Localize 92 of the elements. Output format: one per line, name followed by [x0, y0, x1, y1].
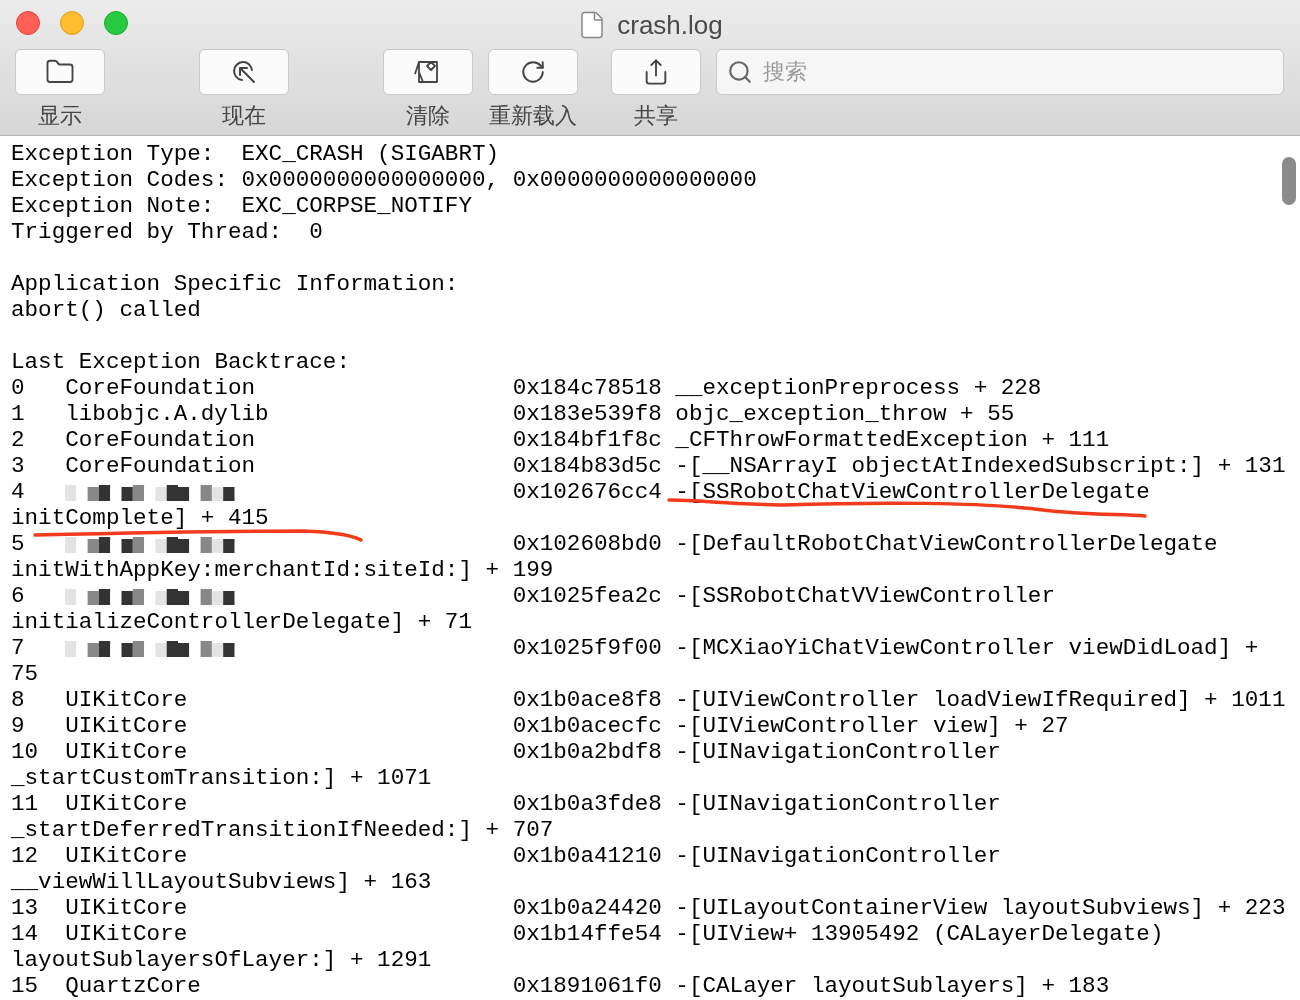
log-line: Triggered by Thread: 0 [11, 219, 323, 245]
function-symbol: objc_exception_throw + 55 [675, 401, 1015, 427]
frame-number: 7 [11, 635, 26, 661]
memory-address: 0x1891061f0 [512, 973, 662, 999]
toolbar-label: 显示 [38, 102, 82, 130]
function-symbol: -[DefaultRobotChatViewControllerDelegate [675, 531, 1218, 557]
frame-number: 13 [11, 895, 40, 921]
library-name: libobjc.A.dylib [65, 401, 269, 427]
log-line: abort() called [11, 297, 201, 323]
library-name: UIKitCore [65, 687, 188, 713]
memory-address: 0x102676cc4 [512, 479, 662, 505]
toolbar-label: 共享 [634, 102, 678, 130]
function-symbol: _CFThrowFormattedException + 111 [675, 427, 1110, 453]
function-symbol: -[UINavigationController [675, 739, 1001, 765]
memory-address: 0x1b14ffe54 [512, 921, 662, 947]
toolbar-label: 清除 [406, 102, 450, 130]
memory-address: 0x184c78518 [512, 375, 662, 401]
function-symbol: -[MCXiaoYiChatViewController viewDidLoad] + [675, 635, 1259, 661]
function-symbol: -[CALayer layoutSublayers] + 183 [675, 973, 1110, 999]
toolbar-button[interactable] [611, 49, 701, 95]
memory-address: 0x1025fea2c [512, 583, 662, 609]
function-symbol: 75 [11, 661, 39, 687]
frame-number: 4 [11, 479, 26, 505]
log-line: Exception Note: EXC_CORPSE_NOTIFY [11, 193, 472, 219]
library-name: CoreFoundation [65, 427, 256, 453]
close-button[interactable] [16, 11, 40, 35]
frame-number: 12 [11, 843, 40, 869]
library-name: UIKitCore [65, 713, 188, 739]
toolbar-label: 重新载入 [489, 102, 577, 130]
function-symbol: -[UIView+ 13905492 (CALayerDelegate) [675, 921, 1164, 947]
frame-number: 6 [11, 583, 26, 609]
frame-number: 15 [11, 973, 40, 999]
window-title: crash.log [617, 8, 723, 42]
cursor-circle-icon [230, 58, 258, 86]
function-symbol: -[UILayoutContainerView layoutSubviews] + 223 [675, 895, 1286, 921]
scrollbar-thumb[interactable] [1282, 157, 1296, 205]
log-line: Exception Codes: 0x0000000000000000, 0x0000000000000000 [11, 167, 757, 193]
frame-number: 0 [11, 375, 26, 401]
memory-address: 0x1b0a2bdf8 [512, 739, 662, 765]
frame-number: 11 [11, 791, 40, 817]
function-symbol: initWithAppKey:merchantId:siteId:] + 199 [11, 557, 554, 583]
library-name: QuartzCore [65, 973, 201, 999]
toolbar-button[interactable] [488, 49, 578, 95]
memory-address: 0x1b0a3fde8 [512, 791, 662, 817]
memory-address: 0x1b0a41210 [512, 843, 662, 869]
library-name: UIKitCore [65, 921, 188, 947]
frame-number: 14 [11, 921, 40, 947]
memory-address: 0x1b0a24420 [512, 895, 662, 921]
function-symbol: _startCustomTransition:] + 1071 [11, 765, 432, 791]
function-symbol: _startDeferredTransitionIfNeeded:] + 707 [11, 817, 554, 843]
function-symbol: initializeControllerDelegate] + 71 [11, 609, 472, 635]
function-symbol: -[UIViewController view] + 27 [675, 713, 1069, 739]
toolbar-button[interactable] [15, 49, 105, 95]
log-line: Application Specific Information: [11, 271, 459, 297]
frame-number: 9 [11, 713, 26, 739]
function-symbol: -[UINavigationController [675, 791, 1001, 817]
frame-number: 2 [11, 427, 26, 453]
library-name: UIKitCore [65, 895, 188, 921]
log-line: Last Exception Backtrace: [11, 349, 350, 375]
toolbar-button[interactable] [383, 49, 473, 95]
function-symbol: -[UINavigationController [675, 843, 1001, 869]
function-symbol: __exceptionPreprocess + 228 [675, 375, 1042, 401]
frame-number: 10 [11, 739, 40, 765]
memory-address: 0x1025f9f00 [512, 635, 662, 661]
library-name: CoreFoundation [65, 375, 256, 401]
reload-icon [520, 59, 546, 85]
memory-address: 0x1b0acecfc [512, 713, 662, 739]
toolbar-button[interactable] [199, 49, 289, 95]
function-symbol: layoutSublayersOfLayer:] + 1291 [11, 947, 432, 973]
toolbar-label: 现在 [222, 102, 266, 130]
library-name: UIKitCore [65, 843, 188, 869]
memory-address: 0x102608bd0 [512, 531, 662, 557]
function-symbol: -[UIViewController loadViewIfRequired] + 1011 [675, 687, 1286, 713]
frame-number: 8 [11, 687, 26, 713]
library-name: UIKitCore [65, 791, 188, 817]
memory-address: 0x184bf1f8c [512, 427, 662, 453]
function-symbol: -[__NSArrayI objectAtIndexedSubscript:] + 131 [675, 453, 1286, 479]
function-symbol: -[SSRobotChatViewControllerDelegate [675, 479, 1150, 505]
frame-number: 1 [11, 401, 26, 427]
memory-address: 0x184b83d5c [512, 453, 662, 479]
function-symbol: __viewWillLayoutSubviews] + 163 [11, 869, 432, 895]
log-line: Exception Type: EXC_CRASH (SIGABRT) [11, 141, 500, 167]
library-name: UIKitCore [65, 739, 188, 765]
library-name: CoreFoundation [65, 453, 256, 479]
frame-number: 3 [11, 453, 26, 479]
memory-address: 0x1b0ace8f8 [512, 687, 662, 713]
search-field[interactable]: 搜索 [716, 49, 1284, 95]
memory-address: 0x183e539f8 [512, 401, 662, 427]
frame-number: 5 [11, 531, 26, 557]
search-icon [727, 59, 753, 85]
function-symbol: -[SSRobotChatVViewController [675, 583, 1055, 609]
function-symbol: initComplete] + 415 [11, 505, 269, 531]
